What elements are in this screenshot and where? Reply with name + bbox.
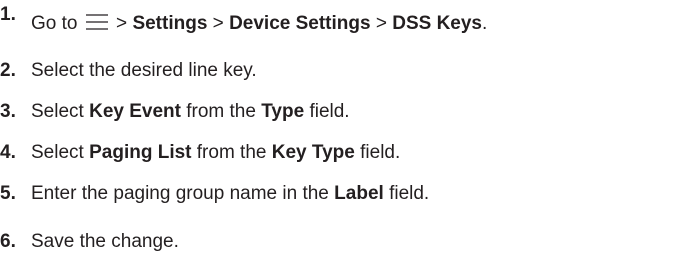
step-number: 6. — [0, 231, 16, 252]
paging-list-ref: Paging List — [89, 142, 192, 163]
step-text: Select — [31, 101, 84, 122]
separator: > — [375, 13, 387, 34]
instruction-steps: 1. Go to > Settings > Device Settings > D… — [0, 0, 680, 262]
step-text: Save the change. — [31, 231, 179, 252]
step-2: 2. Select the desired line key. — [0, 59, 257, 83]
step-text: Enter the paging group name in the — [31, 183, 329, 204]
step-number: 4. — [0, 142, 16, 163]
step-number: 3. — [0, 101, 16, 122]
step-text: Select the desired line key. — [31, 60, 257, 81]
step-6: 6. Save the change. — [0, 230, 179, 254]
step-number: 2. — [0, 60, 16, 81]
step-text: Go to — [31, 13, 78, 34]
settings-menu-ref: Settings — [132, 13, 208, 34]
step-text: field. — [360, 142, 401, 163]
step-text: Select — [31, 142, 84, 163]
step-5: 5. Enter the paging group name in the Lab… — [0, 182, 429, 206]
separator: > — [212, 13, 224, 34]
menu-icon — [85, 13, 109, 31]
key-type-field-ref: Key Type — [271, 142, 355, 163]
step-3: 3. Select Key Event from the Type field. — [0, 100, 350, 124]
type-field-ref: Type — [261, 101, 305, 122]
step-text: field. — [389, 183, 430, 204]
device-settings-ref: Device Settings — [229, 13, 371, 34]
dss-keys-ref: DSS Keys — [392, 13, 483, 34]
step-4: 4. Select Paging List from the Key Type f… — [0, 141, 400, 165]
step-number: 1. — [0, 4, 16, 25]
step-text: from the — [186, 101, 256, 122]
step-number: 5. — [0, 183, 16, 204]
step-1: 1. Go to > Settings > Device Settings > D… — [0, 4, 488, 36]
period: . — [482, 13, 488, 34]
key-event-ref: Key Event — [89, 101, 181, 122]
step-text: from the — [196, 142, 267, 163]
step-text: field. — [309, 101, 350, 122]
separator: > — [116, 13, 128, 34]
label-field-ref: Label — [334, 183, 384, 204]
